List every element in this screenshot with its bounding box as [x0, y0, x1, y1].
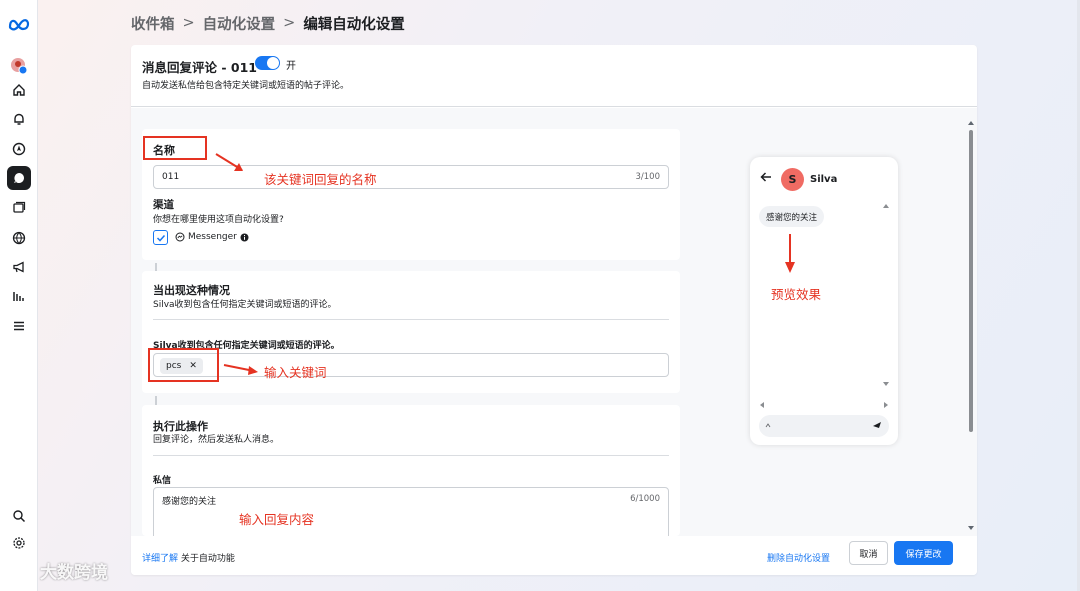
search-icon[interactable] — [7, 504, 31, 528]
action-divider — [153, 455, 669, 456]
breadcrumb-separator: > — [283, 15, 296, 31]
flow-connector — [155, 263, 157, 271]
menu-icon[interactable] — [7, 314, 31, 338]
info-icon[interactable] — [240, 233, 249, 242]
contact-name: Silva — [810, 174, 838, 185]
editor-header: 消息回复评论 - 011 开 自动发送私信给包含特定关键词或短语的帖子评论。 — [131, 45, 977, 107]
messenger-option: Messenger — [175, 232, 249, 242]
back-arrow-icon[interactable] — [760, 172, 772, 182]
channel-question: 你想在哪里使用这项自动化设置? — [153, 215, 284, 225]
home-icon[interactable] — [7, 78, 31, 102]
name-section: 名称 011 3/100 渠道 你想在哪里使用这项自动化设置? Messenge… — [142, 129, 680, 260]
pages-icon[interactable] — [7, 196, 31, 220]
keyword-highlight — [148, 348, 219, 382]
gear-icon[interactable] — [7, 531, 31, 555]
messenger-checkbox[interactable] — [153, 230, 168, 245]
preview-hscrollbar[interactable] — [759, 401, 889, 409]
automation-subtitle: 自动发送私信给包含特定关键词或短语的帖子评论。 — [142, 81, 350, 91]
watermark: 大数跨境 — [8, 558, 108, 583]
messenger-icon — [175, 232, 185, 242]
action-description: 回复评论，然后发送私人消息。 — [153, 435, 280, 445]
automation-editor-card: 消息回复评论 - 011 开 自动发送私信给包含特定关键词或短语的帖子评论。 名… — [131, 45, 977, 575]
automation-title: 消息回复评论 - 011 — [142, 60, 257, 75]
save-changes-button[interactable]: 保存更改 — [894, 541, 953, 565]
preview-composer — [759, 415, 889, 437]
name-label-highlight — [143, 136, 207, 160]
name-input-value: 011 — [162, 172, 180, 182]
private-message-textarea[interactable]: 感谢您的关注 6/1000 — [153, 487, 669, 543]
send-icon — [873, 422, 881, 428]
private-message-label: 私信 — [153, 476, 172, 486]
toggle-label: 开 — [286, 61, 296, 72]
learn-more-link[interactable]: 详细了解 — [142, 554, 178, 564]
meta-logo-icon[interactable] — [7, 12, 31, 36]
name-char-counter: 3/100 — [635, 172, 661, 182]
private-message-value: 感谢您的关注 — [162, 497, 217, 507]
breadcrumb: 收件箱 > 自动化设置 > 编辑自动化设置 — [131, 13, 405, 33]
message-char-counter: 6/1000 — [630, 494, 660, 504]
bell-icon[interactable] — [7, 107, 31, 131]
keyword-annotation: 输入关键词 — [264, 365, 327, 380]
flow-connector — [155, 396, 157, 405]
trigger-title: 当出现这种情况 — [153, 284, 230, 297]
breadcrumb-separator: > — [182, 15, 195, 31]
breadcrumb-current: 编辑自动化设置 — [303, 16, 405, 33]
page-avatar-icon[interactable] — [7, 54, 31, 78]
compass-icon[interactable] — [7, 137, 31, 161]
learn-more: 详细了解 关于自动功能 — [142, 551, 235, 564]
channel-label: 渠道 — [153, 199, 174, 211]
watermark-logo-icon — [9, 561, 35, 579]
form-scrollbar[interactable] — [966, 118, 976, 533]
content-annotation: 输入回复内容 — [239, 512, 315, 527]
messenger-label: Messenger — [188, 232, 237, 242]
learn-more-text: 关于自动功能 — [180, 554, 235, 564]
arrow-annotation-icon — [223, 364, 258, 375]
delete-automation-link[interactable]: 删除自动化设置 — [767, 551, 830, 564]
arrow-annotation-icon — [215, 153, 243, 171]
megaphone-icon[interactable] — [7, 255, 31, 279]
left-nav-rail — [0, 0, 38, 591]
cancel-button[interactable]: 取消 — [849, 541, 888, 565]
trigger-description: Silva收到包含任何指定关键词或短语的评论。 — [153, 300, 337, 310]
breadcrumb-inbox[interactable]: 收件箱 — [131, 13, 175, 34]
caret-up-icon — [765, 423, 771, 428]
name-annotation: 该关键词回复的名称 — [264, 172, 377, 187]
breadcrumb-automations[interactable]: 自动化设置 — [203, 13, 276, 34]
inbox-icon[interactable] — [7, 166, 31, 190]
editor-footer: 详细了解 关于自动功能 删除自动化设置 取消 保存更改 — [131, 536, 977, 575]
action-section: 执行此操作 回复评论，然后发送私人消息。 私信 感谢您的关注 6/1000 — [142, 405, 680, 543]
preview-scrollbar[interactable] — [882, 203, 890, 387]
trigger-divider — [153, 319, 669, 320]
insights-chart-icon[interactable] — [7, 284, 31, 308]
arrow-annotation-icon — [785, 234, 795, 273]
automation-enable-toggle[interactable] — [255, 56, 280, 70]
preview-message-bubble: 感谢您的关注 — [759, 206, 825, 227]
contact-avatar: S — [781, 168, 804, 191]
globe-icon[interactable] — [7, 226, 31, 250]
watermark-text: 大数跨境 — [40, 563, 108, 583]
checkmark-icon — [156, 234, 165, 242]
preview-annotation: 预览效果 — [771, 287, 822, 302]
